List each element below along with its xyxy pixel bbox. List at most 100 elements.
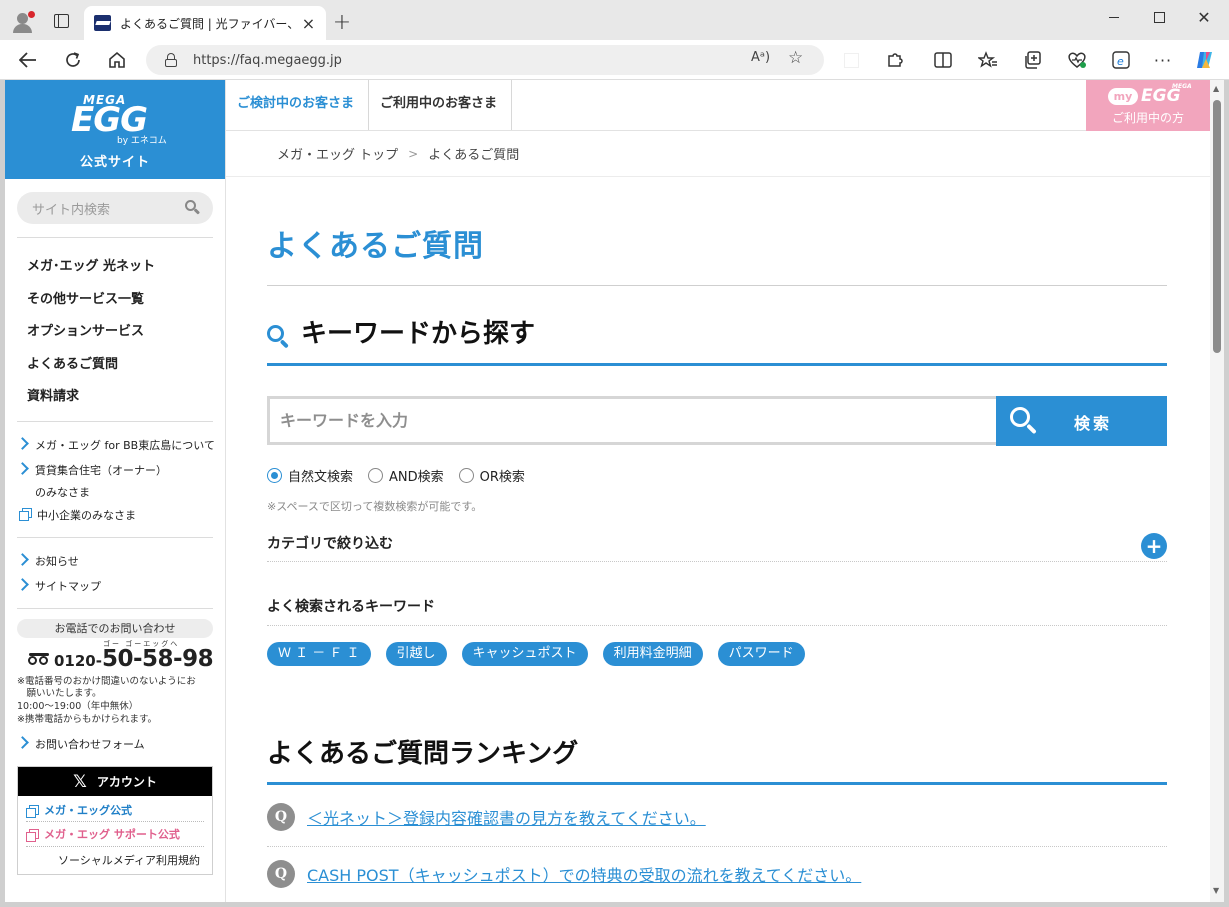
breadcrumb: メガ・エッグ トップ > よくあるご質問	[277, 144, 519, 164]
browser-tab-active[interactable]: よくあるご質問 | 光ファイバー、インター ×	[84, 6, 326, 40]
sidebar-item-faq[interactable]: よくあるご質問	[27, 353, 118, 372]
browser-tab-bar: よくあるご質問 | 光ファイバー、インター × + ✕	[0, 0, 1229, 40]
title-divider	[267, 285, 1167, 286]
radio-unselected-icon[interactable]	[458, 468, 474, 483]
site-search-input[interactable]: サイト内検索	[17, 192, 213, 224]
breadcrumb-home-link[interactable]: メガ・エッグ トップ	[277, 144, 398, 163]
new-tab-button[interactable]: +	[330, 10, 354, 35]
sidebar-link-label-line2: のみなさま	[35, 486, 90, 499]
x-link-official[interactable]: メガ・エッグ公式	[26, 802, 132, 818]
sidebar-link-sitemap[interactable]: サイトマップ	[19, 578, 101, 594]
keyword-pill-billing[interactable]: 利用料金明細	[602, 642, 703, 666]
keyword-pill-password[interactable]: パスワード	[717, 642, 805, 666]
sidebar-item-other-services[interactable]: その他サービス一覧	[27, 288, 144, 307]
radio-and-search[interactable]: AND検索	[368, 466, 444, 485]
phone-note: 願いいたします。	[17, 688, 102, 699]
phone-number-row[interactable]: 0120- 50-58-98	[27, 646, 214, 672]
sidebar-divider	[17, 537, 213, 538]
chevron-right-icon	[19, 437, 28, 451]
keyword-heading-underline	[267, 363, 1167, 366]
keyword-pill-wifi[interactable]: Ｗ Ｉ － Ｆ Ｉ	[267, 642, 371, 666]
window-close-button[interactable]: ✕	[1193, 6, 1215, 28]
copilot-icon[interactable]	[1194, 49, 1216, 71]
search-icon[interactable]	[185, 200, 201, 216]
popular-keyword-list: Ｗ Ｉ － Ｆ Ｉ 引越し キャッシュポスト 利用料金明細 パスワード	[267, 642, 820, 666]
radio-label: OR検索	[479, 470, 525, 485]
window-maximize-button[interactable]	[1148, 6, 1170, 28]
sidebar-link-contact-form[interactable]: お問い合わせフォーム	[19, 736, 145, 752]
sidebar-link-label: メガ・エッグ for BB東広島について	[35, 439, 215, 452]
radio-unselected-icon[interactable]	[368, 468, 384, 483]
url-text: https://faq.megaegg.jp	[193, 52, 342, 68]
x-link-official-label: メガ・エッグ公式	[44, 804, 132, 817]
social-media-policy-link[interactable]: ソーシャルメディア利用規約	[58, 852, 200, 868]
edge-extension-icon[interactable]: e	[1110, 49, 1132, 71]
phone-prefix: 0120-	[54, 652, 102, 670]
reload-button[interactable]	[61, 49, 85, 71]
radio-selected-icon[interactable]	[267, 468, 282, 483]
faq-ranking-link[interactable]: ＜光ネット＞登録内容確認書の見方を教えてください。	[307, 805, 706, 829]
vertical-scrollbar[interactable]: ▲ ▼	[1210, 80, 1224, 902]
site-favicon-icon	[94, 15, 111, 31]
sidebar-item-option-services[interactable]: オプションサービス	[27, 320, 144, 339]
chevron-right-icon	[19, 462, 28, 476]
x-account-header: 𝕏 アカウント	[18, 767, 212, 796]
scroll-down-icon[interactable]: ▼	[1213, 886, 1219, 895]
more-options-icon[interactable]: ···	[1152, 49, 1174, 71]
browser-essentials-icon[interactable]	[1066, 49, 1088, 71]
sidebar-link-smb[interactable]: 中小企業のみなさま	[19, 507, 136, 523]
external-link-icon	[26, 828, 39, 842]
collections-icon[interactable]	[1022, 49, 1044, 71]
breadcrumb-divider	[226, 176, 1210, 177]
keyword-search-button[interactable]: 検索	[996, 396, 1167, 446]
keyword-search-button-label: 検索	[1074, 414, 1113, 433]
tab-current-customers[interactable]: ご利用中のお客さま	[369, 80, 512, 130]
popular-keywords-divider	[267, 625, 1167, 626]
tab-close-icon[interactable]: ×	[301, 14, 316, 33]
mega-egg-logo[interactable]: MEGA EGG by エネコム 公式サイト	[5, 80, 225, 179]
chevron-right-icon	[19, 578, 28, 592]
radio-or-search[interactable]: OR検索	[458, 466, 525, 485]
favorites-icon[interactable]	[977, 49, 999, 71]
keyword-search-input[interactable]	[267, 396, 997, 445]
ranking-divider	[267, 846, 1167, 847]
home-button[interactable]	[105, 49, 129, 71]
x-account-box: 𝕏 アカウント メガ・エッグ公式 メガ・エッグ サポート公式 ソーシャルメディア…	[17, 766, 213, 875]
back-button[interactable]	[16, 49, 40, 71]
phone-contact-heading: お電話でのお問い合わせ	[17, 619, 213, 638]
x-link-support[interactable]: メガ・エッグ サポート公式	[26, 826, 180, 842]
keyword-pill-cashpost[interactable]: キャッシュポスト	[461, 642, 588, 666]
faq-ranking-link[interactable]: CASH POST（キャッシュポスト）での特典の受取の流れを教えてください。	[307, 862, 861, 886]
logo-by-text: by エネコム	[117, 136, 167, 146]
browser-toolbar: https://faq.megaegg.jp Aᵃ) ☆	[0, 40, 1229, 80]
svg-text:e: e	[1117, 55, 1124, 68]
keyword-pill-moving[interactable]: 引越し	[385, 642, 447, 666]
tab-prospective-customers[interactable]: ご検討中のお客さま	[226, 80, 369, 130]
scroll-up-icon[interactable]: ▲	[1213, 84, 1219, 93]
sidebar-link-news[interactable]: お知らせ	[19, 553, 79, 569]
sidebar-link-bb-higashihiroshima[interactable]: メガ・エッグ for BB東広島について	[19, 437, 215, 453]
lock-icon[interactable]	[164, 53, 178, 67]
blank-extension-icon[interactable]	[840, 49, 862, 71]
category-divider	[267, 561, 1167, 562]
address-bar[interactable]: https://faq.megaegg.jp Aᵃ) ☆	[146, 45, 824, 75]
breadcrumb-separator-icon: >	[408, 146, 419, 161]
window-minimize-button[interactable]	[1103, 6, 1125, 28]
scrollbar-thumb[interactable]	[1213, 100, 1221, 353]
read-aloud-icon[interactable]: Aᵃ)	[751, 50, 770, 65]
expand-plus-icon[interactable]: +	[1141, 533, 1167, 559]
extensions-puzzle-icon[interactable]	[884, 49, 906, 71]
sidebar-item-hikari-net[interactable]: メガ･エッグ 光ネット	[27, 255, 155, 274]
x-account-title: アカウント	[96, 775, 157, 789]
radio-natural-language[interactable]: 自然文検索	[267, 466, 353, 485]
tab-actions-icon[interactable]	[50, 11, 72, 31]
search-mode-radio-group: 自然文検索 AND検索 OR検索	[267, 466, 540, 485]
myegg-login-button[interactable]: MEGA my EGG ご利用中の方	[1086, 80, 1210, 131]
sidebar-divider	[17, 237, 213, 238]
profile-avatar-icon[interactable]	[10, 10, 38, 34]
sidebar-link-rental-housing-owners[interactable]: 賃貸集合住宅（オーナー） のみなさま	[19, 462, 167, 500]
split-screen-icon[interactable]	[932, 49, 954, 71]
category-filter-label[interactable]: カテゴリで絞り込む	[267, 533, 393, 553]
sidebar-item-request-docs[interactable]: 資料請求	[27, 385, 79, 404]
favorite-star-icon[interactable]: ☆	[788, 48, 803, 68]
